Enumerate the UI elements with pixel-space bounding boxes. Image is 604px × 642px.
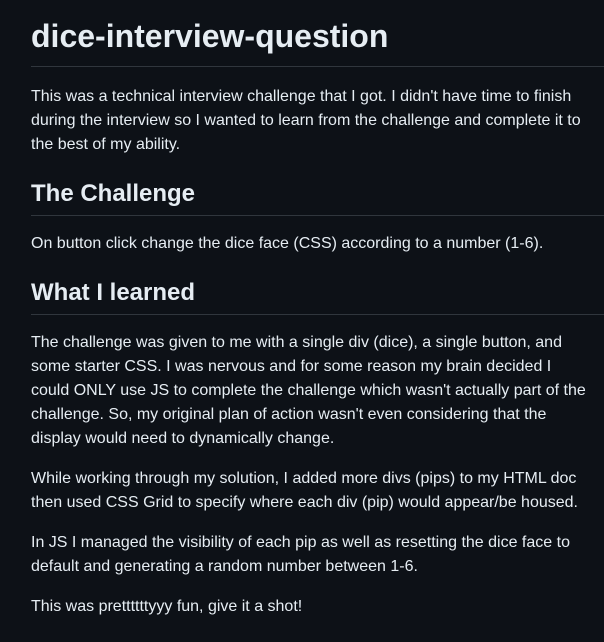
readme-article: dice-interview-question This was a techn… <box>0 0 604 619</box>
readme-title: dice-interview-question <box>31 16 604 67</box>
learned-heading: What I learned <box>31 278 604 315</box>
intro-paragraph: This was a technical interview challenge… <box>31 87 581 153</box>
challenge-heading: The Challenge <box>31 179 604 216</box>
learned-paragraph-1: The challenge was given to me with a sin… <box>31 333 586 447</box>
learned-paragraph-2: While working through my solution, I add… <box>31 469 578 511</box>
learned-paragraph-3: In JS I managed the visibility of each p… <box>31 533 570 575</box>
challenge-paragraph: On button click change the dice face (CS… <box>31 234 544 252</box>
learned-paragraph-4: This was prettttttyyy fun, give it a sho… <box>31 597 303 615</box>
